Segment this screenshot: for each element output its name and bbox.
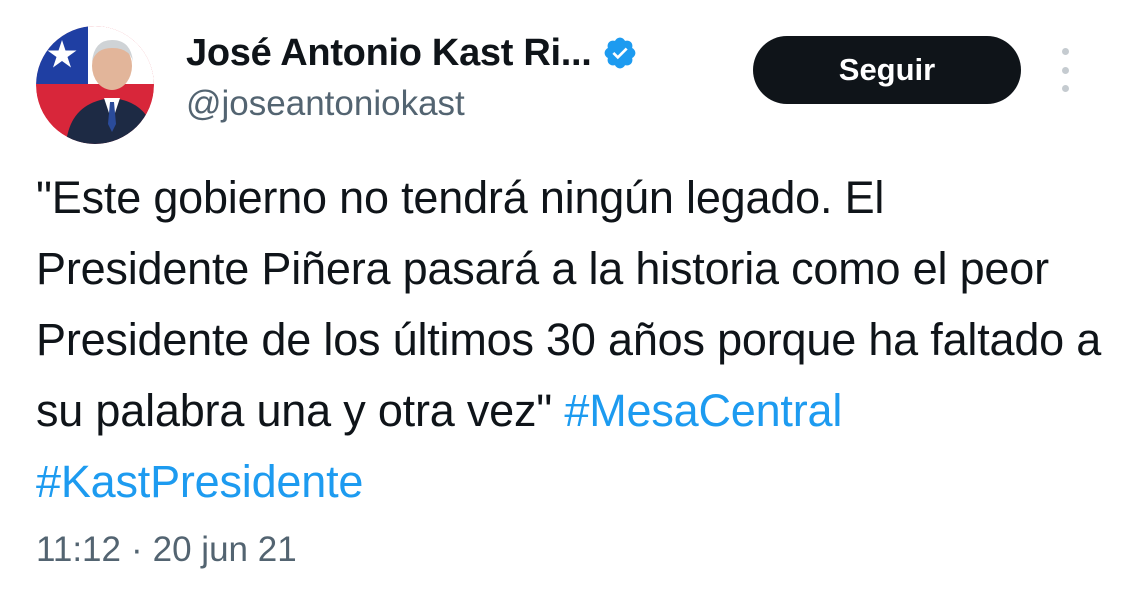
- hashtag-link[interactable]: #MesaCentral: [564, 385, 842, 436]
- tweet-header: José Antonio Kast Ri... @joseantoniokast…: [36, 22, 1096, 144]
- more-dot: [1061, 66, 1069, 74]
- tweet-date: 20 jun 21: [152, 530, 297, 569]
- author-info: José Antonio Kast Ri... @joseantoniokast: [186, 28, 638, 124]
- tweet-time: 11:12: [36, 530, 121, 569]
- avatar-image: [36, 26, 154, 144]
- more-dot: [1061, 85, 1069, 92]
- separator: ·: [131, 530, 143, 569]
- hashtag-link[interactable]: #KastPresidente: [36, 456, 363, 507]
- verified-badge-icon: [602, 35, 638, 71]
- tweet-card: José Antonio Kast Ri... @joseantoniokast…: [0, 0, 1125, 612]
- author-display-name[interactable]: José Antonio Kast Ri...: [186, 32, 592, 75]
- avatar[interactable]: [36, 26, 154, 144]
- more-options-icon[interactable]: [1058, 48, 1072, 92]
- tweet-timestamp[interactable]: 11:12 · 20 jun 21: [36, 530, 297, 570]
- name-row: José Antonio Kast Ri...: [186, 28, 638, 78]
- follow-button[interactable]: Seguir: [753, 36, 1021, 104]
- tweet-body: "Este gobierno no tendrá ningún legado. …: [36, 162, 1106, 517]
- author-handle[interactable]: @joseantoniokast: [186, 84, 638, 124]
- more-dot: [1061, 48, 1069, 55]
